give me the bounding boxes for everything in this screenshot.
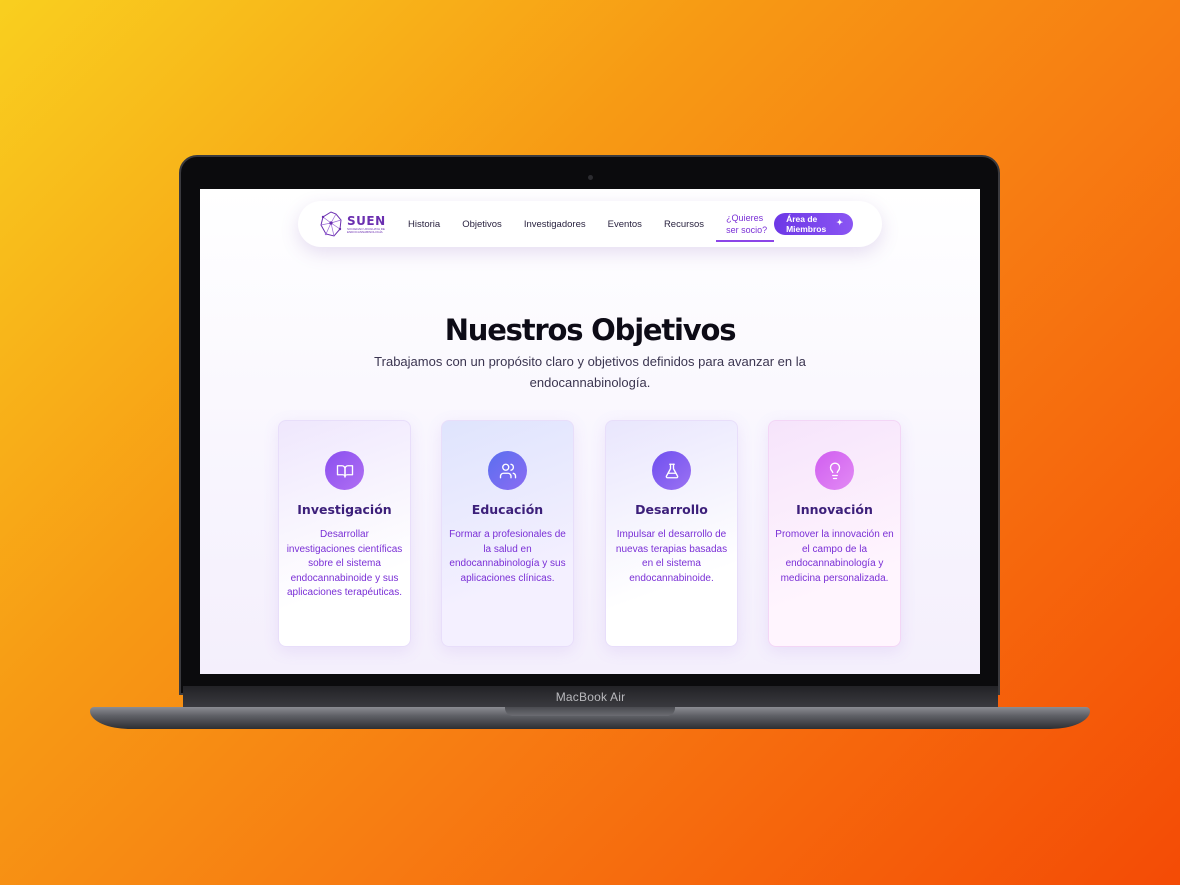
members-area-button[interactable]: Área de Miembros ✦ [774, 213, 854, 235]
lightbulb-icon [815, 451, 854, 490]
card-title: Desarrollo [635, 502, 708, 517]
website-screen: SUEN SOCIEDAD URUGUAYA DE ENDOCANNABINOL… [200, 189, 980, 674]
card-description: Desarrollar investigaciones científicas … [286, 529, 403, 598]
page-title: Nuestros Objetivos [444, 313, 737, 347]
nav-link-historia[interactable]: Historia [408, 219, 440, 230]
flask-icon [652, 451, 691, 490]
card-description: Promover la innovación en el campo de la… [775, 529, 894, 584]
top-navigation: SUEN SOCIEDAD URUGUAYA DE ENDOCANNABINOL… [298, 201, 882, 247]
nav-link-recursos[interactable]: Recursos [664, 219, 704, 230]
card-description: Impulsar el desarrollo de nuevas terapia… [615, 529, 728, 584]
nav-link-investigadores[interactable]: Investigadores [524, 219, 586, 230]
logo-subtitle: SOCIEDAD URUGUAYA DE ENDOCANNABINOLOGÍA [347, 226, 385, 234]
objective-card-investigacion[interactable]: Investigación Desarrollar investigacione… [278, 420, 411, 647]
logo[interactable]: SUEN SOCIEDAD URUGUAYA DE ENDOCANNABINOL… [318, 209, 396, 239]
card-title: Investigación [297, 502, 392, 517]
become-member-link[interactable]: ¿Quieres ser socio? [716, 206, 775, 242]
laptop-bottom-bezel: MacBook Air [183, 686, 998, 708]
book-icon [325, 451, 364, 490]
laptop-notch [505, 707, 675, 716]
card-title: Educación [471, 502, 544, 517]
sparkle-icon: ✦ [836, 218, 844, 227]
device-label: MacBook Air [555, 690, 626, 704]
card-description: Formar a profesionales de la salud en en… [449, 529, 566, 584]
objective-card-educacion[interactable]: Educación Formar a profesionales de la s… [441, 420, 574, 647]
objective-card-desarrollo[interactable]: Desarrollo Impulsar el desarrollo de nue… [605, 420, 738, 647]
page-subtitle: Trabajamos con un propósito claro y obje… [374, 354, 806, 390]
nav-link-eventos[interactable]: Eventos [608, 219, 642, 230]
objective-card-innovacion[interactable]: Innovación Promover la innovación en el … [768, 420, 901, 647]
nav-link-objetivos[interactable]: Objetivos [462, 219, 502, 230]
nav-links: Historia Objetivos Investigadores Evento… [408, 206, 854, 242]
card-title: Innovación [796, 502, 873, 517]
camera-dot [588, 175, 593, 180]
users-icon [488, 451, 527, 490]
logo-icon [320, 211, 342, 237]
members-area-label: Área de Miembros [786, 214, 827, 234]
logo-name: SUEN [347, 213, 386, 228]
